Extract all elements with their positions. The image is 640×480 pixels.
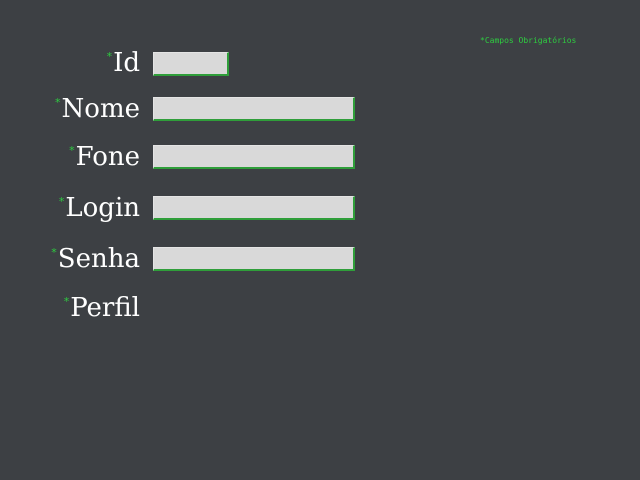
required-mark: * [58, 195, 65, 208]
nome-label-wrap: *Nome [0, 96, 140, 122]
perfil-row: *Perfil [0, 295, 640, 325]
nome-label: Nome [61, 94, 140, 124]
senha-label-wrap: *Senha [0, 246, 140, 272]
required-mark: * [55, 96, 61, 109]
senha-input[interactable] [153, 247, 355, 271]
id-input[interactable] [153, 52, 229, 76]
fone-label-wrap: *Fone [0, 144, 140, 170]
id-label: Id [113, 48, 140, 78]
nome-input[interactable] [153, 97, 355, 121]
required-fields-note: *Campos Obrigatórios [480, 36, 577, 45]
id-label-wrap: *Id [0, 50, 140, 76]
required-mark: * [63, 295, 70, 308]
fone-row: *Fone [0, 144, 640, 174]
login-label: Login [65, 193, 140, 223]
nome-row: *Nome [0, 96, 640, 126]
login-label-wrap: *Login [0, 195, 140, 221]
login-row: *Login [0, 195, 640, 225]
required-mark: * [106, 50, 113, 63]
senha-label: Senha [57, 244, 140, 274]
required-mark: * [69, 144, 75, 157]
required-mark: * [51, 246, 57, 259]
login-input[interactable] [153, 196, 355, 220]
id-row: *Id [0, 50, 640, 80]
perfil-label: Perfil [70, 293, 140, 323]
fone-label: Fone [75, 142, 140, 172]
fone-input[interactable] [153, 145, 355, 169]
senha-row: *Senha [0, 246, 640, 276]
perfil-label-wrap: *Perfil [0, 295, 140, 321]
